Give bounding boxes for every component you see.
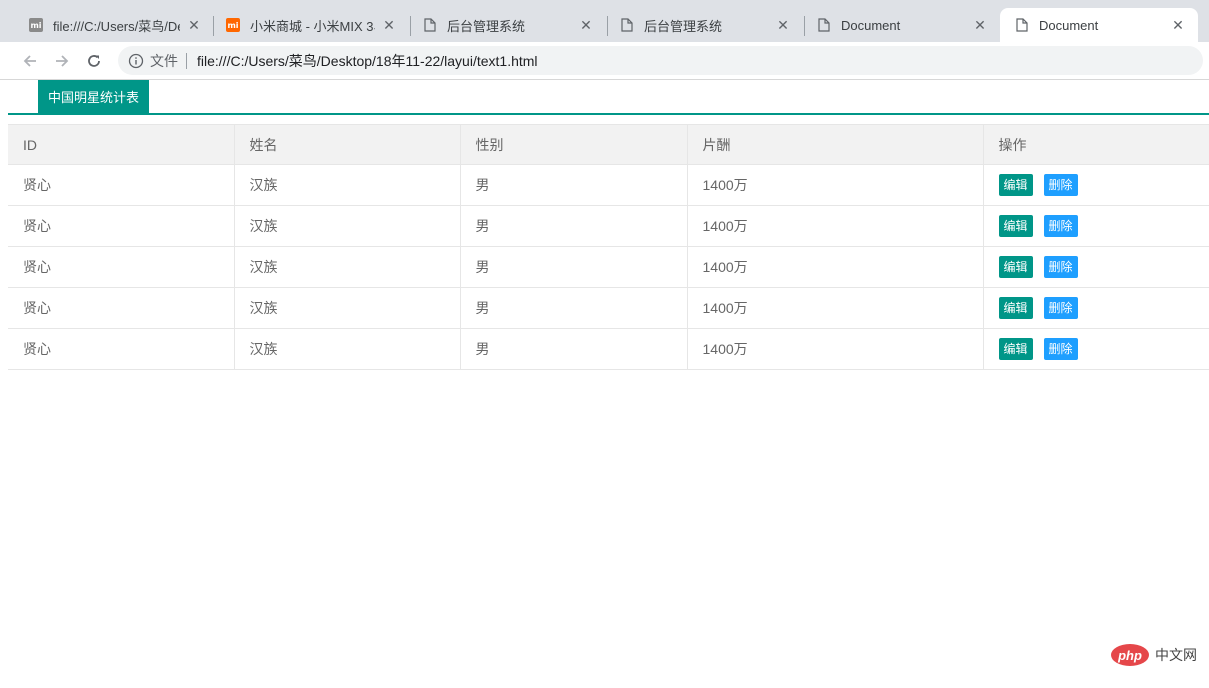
document-icon <box>422 17 438 33</box>
cell-actions: 编辑 删除 <box>982 205 1209 247</box>
browser-tab[interactable]: mi file:///C:/Users/菜鸟/De ✕ <box>14 8 214 42</box>
cell-pay: 1400万 <box>686 287 984 329</box>
php-cn-watermark: php 中文网 <box>1111 644 1197 666</box>
cell-id: 贤心 <box>8 205 235 247</box>
column-header-pay: 片酬 <box>686 124 984 165</box>
delete-button[interactable]: 删除 <box>1043 256 1078 278</box>
cell-id: 贤心 <box>8 287 235 329</box>
mi-icon: mi <box>28 17 44 33</box>
tab-title: 后台管理系统 <box>644 18 723 34</box>
browser-tab[interactable]: Document ✕ <box>802 8 1000 42</box>
table-row: 贤心 汉族 男 1400万 编辑 删除 <box>8 287 1209 329</box>
scheme-label: 文件 <box>150 52 178 69</box>
table-row: 贤心 汉族 男 1400万 编辑 删除 <box>8 328 1209 370</box>
star-stats-table: ID 姓名 性别 片酬 操作 贤心 汉族 男 1400万 编辑 删除 贤心 汉族 … <box>8 124 1209 370</box>
cell-name: 汉族 <box>233 287 461 329</box>
cell-gender: 男 <box>459 164 688 206</box>
delete-button[interactable]: 删除 <box>1043 215 1078 237</box>
cell-name: 汉族 <box>233 164 461 206</box>
column-header-name: 姓名 <box>233 124 461 165</box>
address-bar[interactable]: 文件 file:///C:/Users/菜鸟/Desktop/18年11-22/… <box>118 46 1203 75</box>
forward-arrow-icon[interactable] <box>52 51 72 71</box>
table-header-row: ID 姓名 性别 片酬 操作 <box>8 124 1209 165</box>
tab-title: Document <box>1039 17 1099 33</box>
cell-pay: 1400万 <box>686 164 984 206</box>
edit-button[interactable]: 编辑 <box>998 215 1033 237</box>
back-arrow-icon[interactable] <box>20 51 40 71</box>
cell-gender: 男 <box>459 246 688 288</box>
table-row: 贤心 汉族 男 1400万 编辑 删除 <box>8 164 1209 206</box>
edit-button[interactable]: 编辑 <box>998 256 1033 278</box>
mi-icon: mi <box>225 17 241 33</box>
table-row: 贤心 汉族 男 1400万 编辑 删除 <box>8 205 1209 247</box>
close-icon[interactable]: ✕ <box>775 17 791 33</box>
cell-actions: 编辑 删除 <box>982 246 1209 288</box>
delete-button[interactable]: 删除 <box>1043 174 1078 196</box>
browser-tab-strip: mi file:///C:/Users/菜鸟/De ✕ mi 小米商城 - 小米… <box>0 0 1209 42</box>
reload-icon[interactable] <box>84 51 104 71</box>
edit-button[interactable]: 编辑 <box>998 338 1033 360</box>
cell-name: 汉族 <box>233 205 461 247</box>
column-header-gender: 性别 <box>459 124 688 165</box>
close-icon[interactable]: ✕ <box>381 17 397 33</box>
browser-toolbar: 文件 file:///C:/Users/菜鸟/Desktop/18年11-22/… <box>0 42 1209 80</box>
document-icon <box>1014 17 1030 33</box>
browser-tab[interactable]: mi 小米商城 - 小米MIX 3、 ✕ <box>211 8 409 42</box>
delete-button[interactable]: 删除 <box>1043 338 1078 360</box>
tab-title: 后台管理系统 <box>447 18 526 34</box>
page-content: 中国明星统计表 ID 姓名 性别 片酬 操作 贤心 汉族 男 1400万 编辑删… <box>0 80 1209 688</box>
cell-pay: 1400万 <box>686 328 984 370</box>
php-logo-icon: php <box>1111 644 1149 666</box>
tab-title: Document <box>841 17 901 33</box>
cell-pay: 1400万 <box>686 246 984 288</box>
browser-tab[interactable]: 后台管理系统 ✕ <box>408 8 606 42</box>
cell-actions: 编辑 删除 <box>982 164 1209 206</box>
divider <box>186 52 187 69</box>
cell-id: 贤心 <box>8 164 235 206</box>
watermark-text: 中文网 <box>1155 647 1197 663</box>
column-header-actions: 操作 <box>982 124 1209 165</box>
cell-actions: 编辑 删除 <box>982 287 1209 329</box>
cell-gender: 男 <box>459 328 688 370</box>
cell-name: 汉族 <box>233 246 461 288</box>
close-icon[interactable]: ✕ <box>1170 17 1186 33</box>
cell-actions: 编辑 删除 <box>982 328 1209 370</box>
cell-id: 贤心 <box>8 328 235 370</box>
close-icon[interactable]: ✕ <box>578 17 594 33</box>
tab-title: 小米商城 - 小米MIX 3、 <box>250 18 375 34</box>
column-header-id: ID <box>8 124 235 165</box>
layui-tab-bar: 中国明星统计表 <box>8 80 1209 115</box>
cell-gender: 男 <box>459 205 688 247</box>
tab-china-star-stats[interactable]: 中国明星统计表 <box>38 80 150 113</box>
cell-gender: 男 <box>459 287 688 329</box>
cell-id: 贤心 <box>8 246 235 288</box>
edit-button[interactable]: 编辑 <box>998 174 1033 196</box>
cell-pay: 1400万 <box>686 205 984 247</box>
close-icon[interactable]: ✕ <box>186 17 202 33</box>
url-text[interactable]: file:///C:/Users/菜鸟/Desktop/18年11-22/lay… <box>197 51 538 71</box>
info-icon[interactable] <box>128 53 144 69</box>
table-row: 贤心 汉族 男 1400万 编辑 删除 <box>8 246 1209 288</box>
document-icon <box>619 17 635 33</box>
browser-tab-active[interactable]: Document ✕ <box>1000 8 1198 42</box>
document-icon <box>816 17 832 33</box>
edit-button[interactable]: 编辑 <box>998 297 1033 319</box>
tab-title: file:///C:/Users/菜鸟/De <box>53 18 180 34</box>
cell-name: 汉族 <box>233 328 461 370</box>
delete-button[interactable]: 删除 <box>1043 297 1078 319</box>
close-icon[interactable]: ✕ <box>972 17 988 33</box>
browser-tab[interactable]: 后台管理系统 ✕ <box>605 8 803 42</box>
